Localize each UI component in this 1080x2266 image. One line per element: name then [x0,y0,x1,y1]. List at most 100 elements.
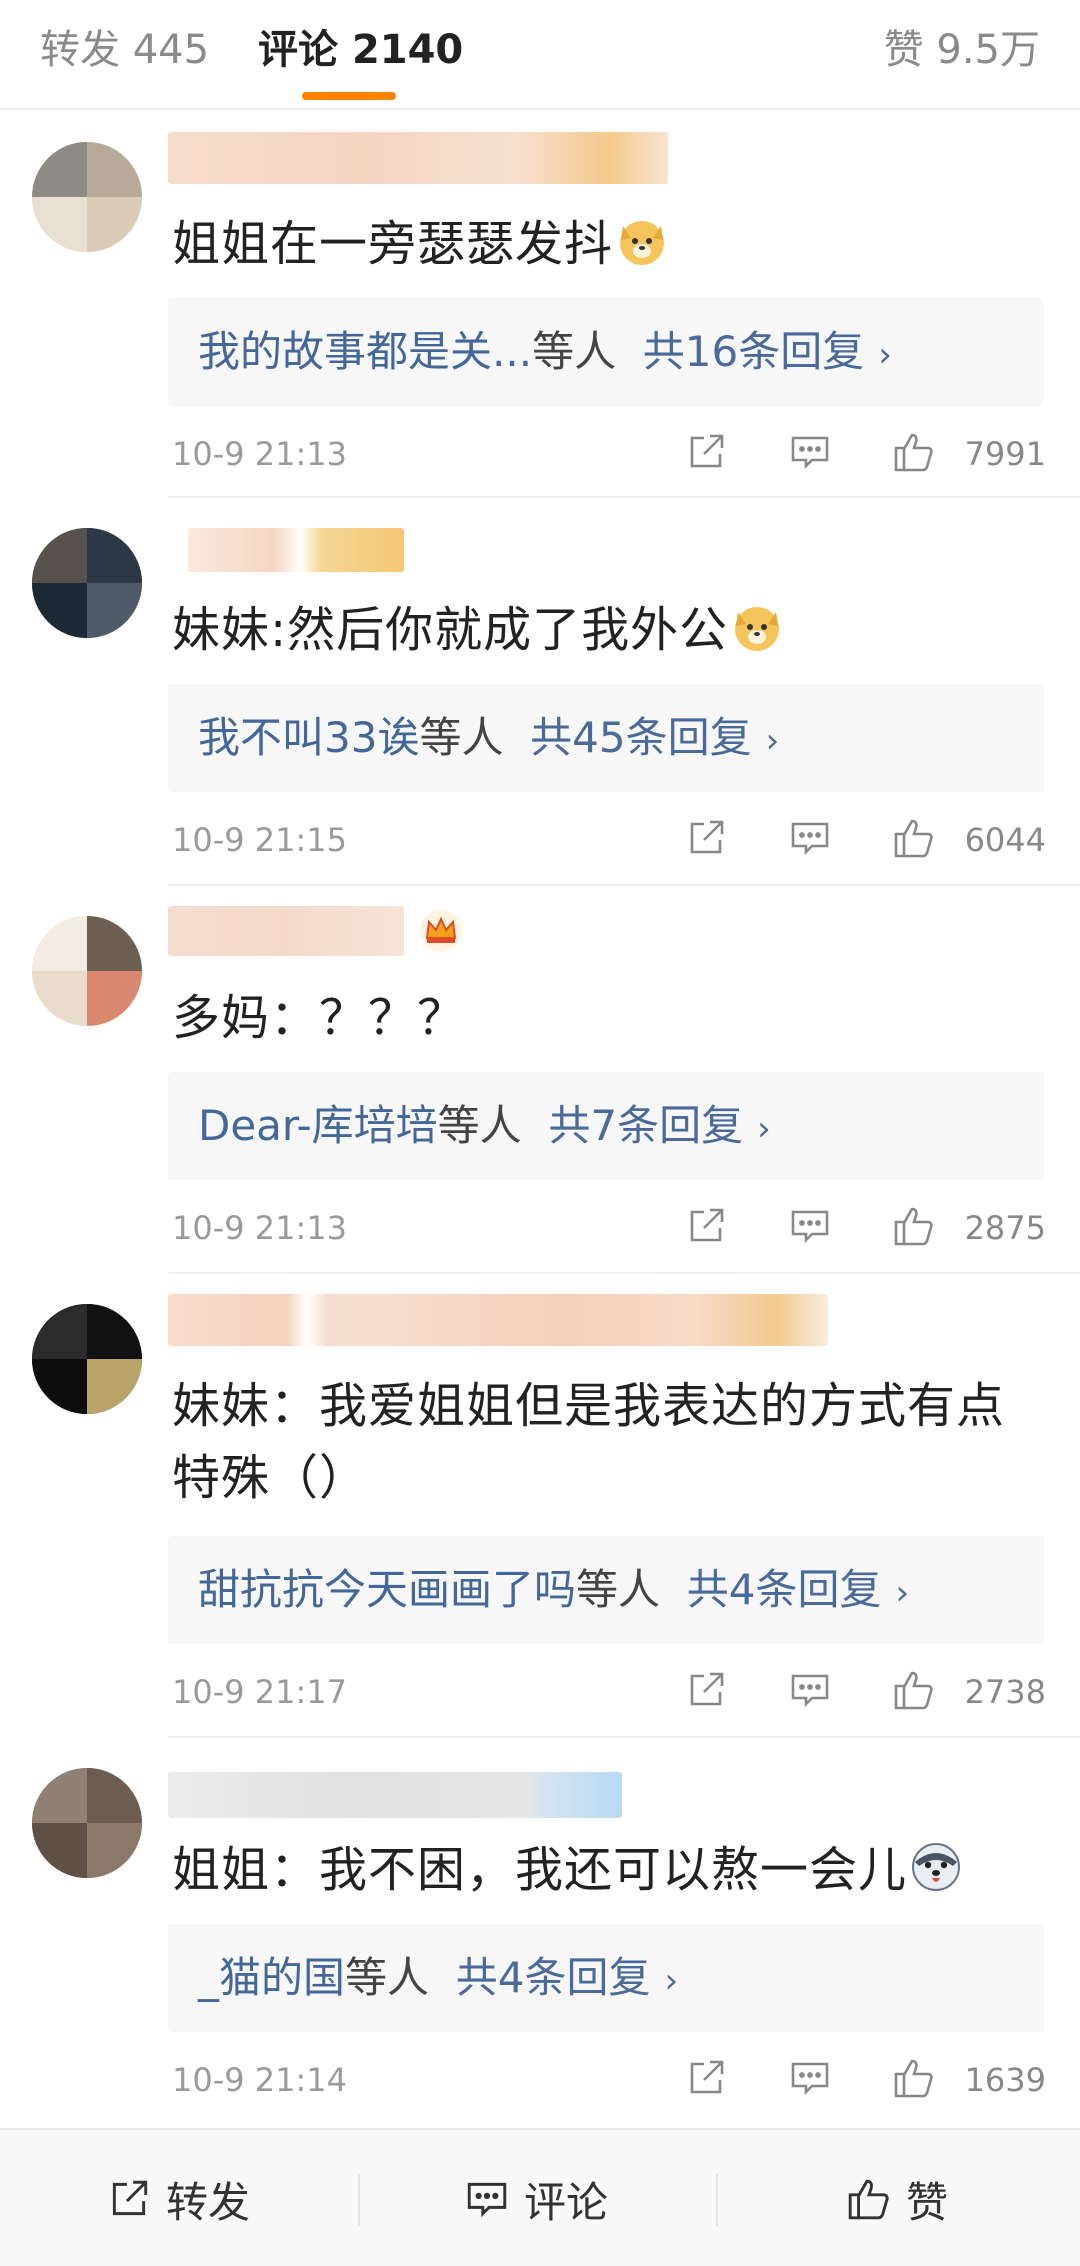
reply-total: 共4条回复 [686,1565,882,1614]
thumb-up-icon[interactable] [892,430,936,474]
tab-reposts[interactable]: 转发 445 [40,22,209,78]
like-count: 1639 [964,2061,1046,2099]
tab-reposts-label: 转发 [40,27,120,73]
comment-item: 多妈：？？？ Dear-库培培等人 共7条回复 › 10-9 21:13 2875 [0,886,1080,1274]
comment-icon[interactable] [788,2056,832,2100]
comment-actions: 7991 [666,430,1046,478]
username-blurred[interactable] [188,528,404,572]
reply-users: 我的故事都是关... [198,327,533,376]
reply-etc: 等人 [345,1953,430,2002]
tab-likes-label: 赞 [883,27,924,73]
comment-actions: 2738 [666,1668,1046,1716]
comment-icon[interactable] [788,1668,832,1712]
share-icon[interactable] [684,1668,728,1712]
comment-item: 姐姐：我不困，我还可以熬一会儿 _猫的国等人 共4条回复 › 10-9 21:14… [0,1738,1080,2126]
avatar[interactable] [32,142,142,252]
reply-total: 共45条回复 [530,713,752,762]
comment-text: 多妈：？？？ [172,982,1052,1054]
avatar[interactable] [32,916,142,1026]
comment-time: 10-9 21:13 [172,435,348,473]
comment-time: 10-9 21:13 [172,1209,348,1247]
doge-emoji-icon [620,221,665,265]
username-blurred[interactable] [168,906,404,956]
chevron-right-icon: › [878,335,892,375]
comment-icon[interactable] [788,430,832,474]
tab-reposts-count: 445 [132,27,210,73]
divider [358,2174,360,2226]
username-blurred[interactable] [168,132,668,184]
comment-body: 妹妹：我爱姐姐但是我表达的方式有点特殊（） [172,1378,1006,1506]
comment-button[interactable]: 评论 [464,2130,608,2266]
comment-icon [467,2182,507,2218]
reply-summary[interactable]: Dear-库培培等人 共7条回复 › [168,1072,1044,1180]
avatar[interactable] [32,1304,142,1414]
comment-body: 姐姐在一旁瑟瑟发抖 [172,216,614,272]
doge-emoji-icon [735,607,780,651]
tab-likes-count: 9.5万 [936,27,1040,73]
tab-comments-count: 2140 [351,27,464,73]
comment-body: 姐姐：我不困，我还可以熬一会儿 [172,1842,908,1898]
chevron-right-icon: › [664,1961,679,2001]
username-blurred[interactable] [168,1294,828,1346]
repost-button[interactable]: 转发 [106,2130,250,2266]
tab-likes[interactable]: 赞 9.5万 [884,22,1040,78]
thumb-up-icon [848,2179,889,2220]
reply-users: Dear-库培培 [198,1101,438,1150]
reply-etc: 等人 [576,1565,661,1614]
reply-summary[interactable]: 我的故事都是关...等人 共16条回复 › [168,298,1044,406]
like-label: 赞 [906,2177,949,2227]
share-icon[interactable] [684,816,728,860]
comment-item: 姐姐在一旁瑟瑟发抖 我的故事都是关...等人 共16条回复 › 10-9 21:1… [0,112,1080,498]
reply-total: 共16条回复 [642,327,865,376]
share-icon[interactable] [684,430,728,474]
tab-comments-label: 评论 [258,27,338,73]
chevron-right-icon: › [895,1573,910,1613]
comment-actions: 2875 [666,1204,1046,1252]
chevron-right-icon: › [765,721,780,761]
active-tab-indicator [302,92,396,100]
reply-summary[interactable]: _猫的国等人 共4条回复 › [168,1924,1044,2032]
divider [716,2174,718,2226]
tab-comments[interactable]: 评论 2140 [258,22,463,78]
username-blurred[interactable] [168,1772,622,1818]
repost-label: 转发 [166,2177,251,2227]
like-count: 2875 [964,1209,1046,1247]
reply-etc: 等人 [419,713,504,762]
like-count: 7991 [964,435,1046,473]
share-icon[interactable] [684,2056,728,2100]
like-count: 6044 [964,821,1046,859]
share-icon[interactable] [684,1204,728,1248]
like-button[interactable]: 赞 [846,2130,948,2266]
crown-icon [420,910,462,952]
husky-emoji-icon [912,1843,961,1891]
reply-users: 甜抗抗今天画画了吗 [198,1565,577,1614]
comment-text: 妹妹:然后你就成了我外公 [172,594,1052,666]
comment-item: 妹妹:然后你就成了我外公 我不叫33诶等人 共45条回复 › 10-9 21:15… [0,498,1080,886]
comment-item: 妹妹：我爱姐姐但是我表达的方式有点特殊（） 甜抗抗今天画画了吗等人 共4条回复 ›… [0,1274,1080,1738]
thumb-up-icon[interactable] [892,816,936,860]
reply-summary[interactable]: 甜抗抗今天画画了吗等人 共4条回复 › [168,1536,1044,1644]
comment-body: 多妈：？？？ [172,990,467,1046]
comment-label: 评论 [524,2177,609,2227]
thumb-up-icon[interactable] [892,2056,936,2100]
reply-total: 共4条回复 [455,1953,651,2002]
comment-actions: 1639 [666,2056,1046,2104]
like-count: 2738 [964,1673,1046,1711]
comment-icon[interactable] [788,1204,832,1248]
reply-total: 共7条回复 [548,1101,744,1150]
reply-summary[interactable]: 我不叫33诶等人 共45条回复 › [168,684,1044,792]
thumb-up-icon[interactable] [892,1668,936,1712]
comment-actions: 6044 [666,816,1046,864]
comment-text: 妹妹：我爱姐姐但是我表达的方式有点特殊（） [172,1370,1052,1514]
comment-icon[interactable] [788,816,832,860]
share-icon [112,2180,148,2216]
thumb-up-icon[interactable] [892,1204,936,1248]
comment-text: 姐姐：我不困，我还可以熬一会儿 [172,1834,1052,1906]
comment-text: 姐姐在一旁瑟瑟发抖 [172,208,1052,280]
comment-tabs: 转发 445 评论 2140 赞 9.5万 [0,0,1080,110]
chevron-right-icon: › [757,1109,771,1149]
bottom-action-bar: 转发 评论 赞 [0,2128,1080,2266]
avatar[interactable] [32,528,142,638]
avatar[interactable] [32,1768,142,1878]
comment-time: 10-9 21:14 [172,2061,348,2099]
